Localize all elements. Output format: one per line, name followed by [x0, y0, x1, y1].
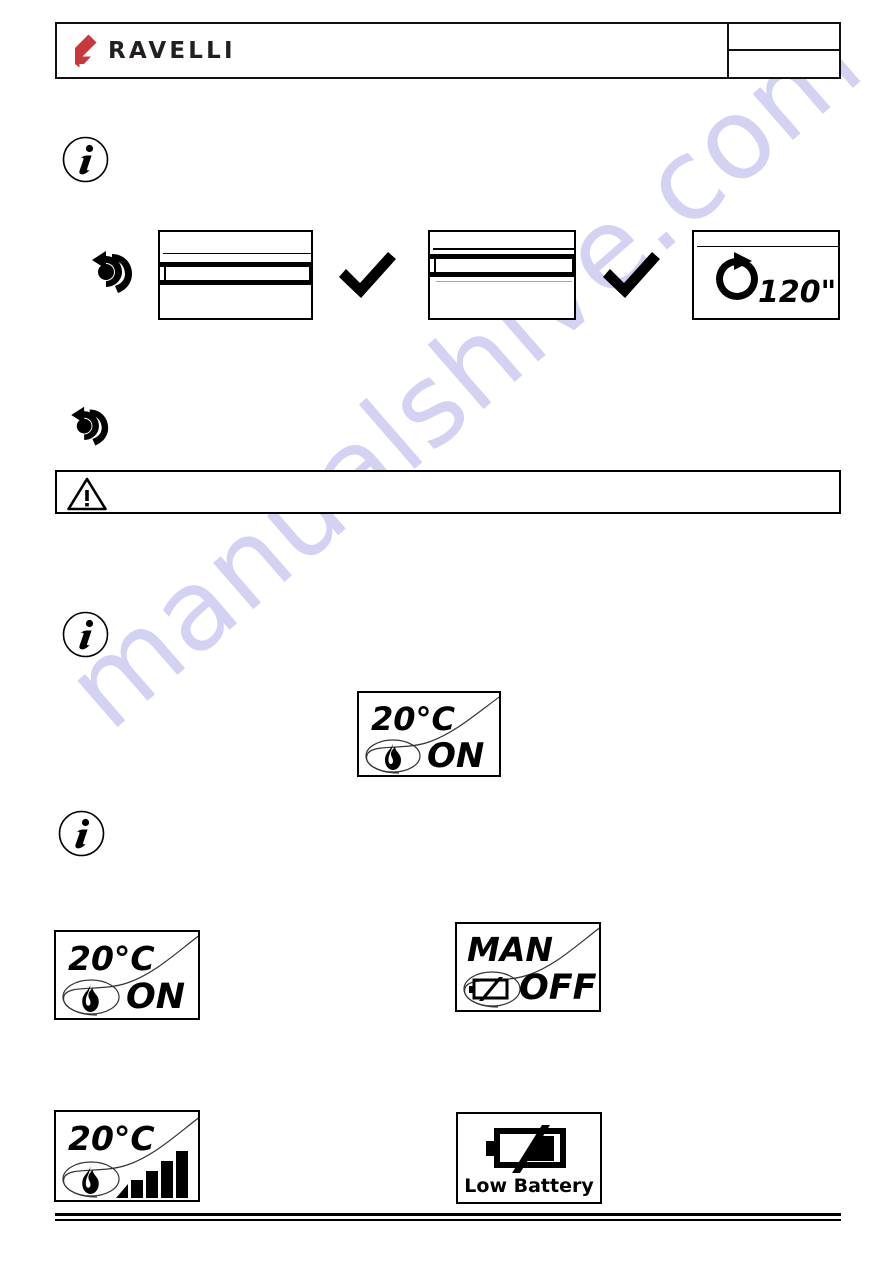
display-low-battery: Low Battery — [456, 1112, 602, 1204]
display-timer: 120" — [692, 230, 840, 320]
checkmark-icon-1 — [339, 252, 396, 298]
header-cell-bottom — [729, 51, 839, 77]
document-page: manualshive.com RAVELLI 120" 20°C ON 20°… — [0, 0, 893, 1263]
info-icon-3 — [58, 810, 105, 857]
power-level-bars-icon — [116, 1151, 188, 1198]
temperature-value: 20°C — [371, 700, 456, 738]
header-logo-cell: RAVELLI — [57, 24, 727, 77]
display-temp-on: 20°C ON — [357, 691, 501, 777]
checkmark-icon-2 — [603, 252, 660, 298]
display-blank-2 — [428, 230, 576, 320]
ravelli-flame-logo-icon — [75, 34, 97, 67]
status-value: ON — [427, 736, 485, 775]
footer-rule-bottom — [55, 1219, 841, 1221]
status-value-3: OFF — [519, 968, 597, 1008]
warning-box — [55, 470, 841, 514]
display-temp-on-2: 20°C ON — [54, 930, 200, 1020]
info-icon-2 — [62, 611, 109, 658]
battery-empty-icon — [469, 977, 509, 1001]
flame-icon — [385, 742, 401, 770]
knob-rotate-icon-2 — [71, 406, 109, 446]
footer-rule-top — [55, 1213, 841, 1216]
temperature-value-2: 20°C — [68, 939, 155, 978]
page-content: RAVELLI 120" 20°C ON 20°C ON MAN OFF 20°… — [0, 0, 893, 1263]
brand-name: RAVELLI — [108, 37, 236, 64]
display-man-off: MAN OFF — [455, 922, 601, 1012]
header-cell-top — [729, 24, 839, 50]
warning-triangle-icon — [67, 477, 107, 511]
battery-low-icon — [486, 1125, 566, 1173]
flame-icon-2 — [82, 983, 99, 1012]
status-value-2: ON — [126, 977, 186, 1017]
info-icon — [62, 136, 109, 183]
mode-value: MAN — [467, 930, 553, 969]
low-battery-label: Low Battery — [464, 1175, 594, 1197]
timer-value: 120" — [758, 275, 837, 310]
flame-icon-3 — [82, 1165, 99, 1194]
page-header: RAVELLI — [55, 22, 841, 79]
display-blank-1 — [158, 230, 313, 320]
knob-rotate-icon — [92, 251, 132, 293]
display-temp-power: 20°C — [54, 1110, 200, 1202]
